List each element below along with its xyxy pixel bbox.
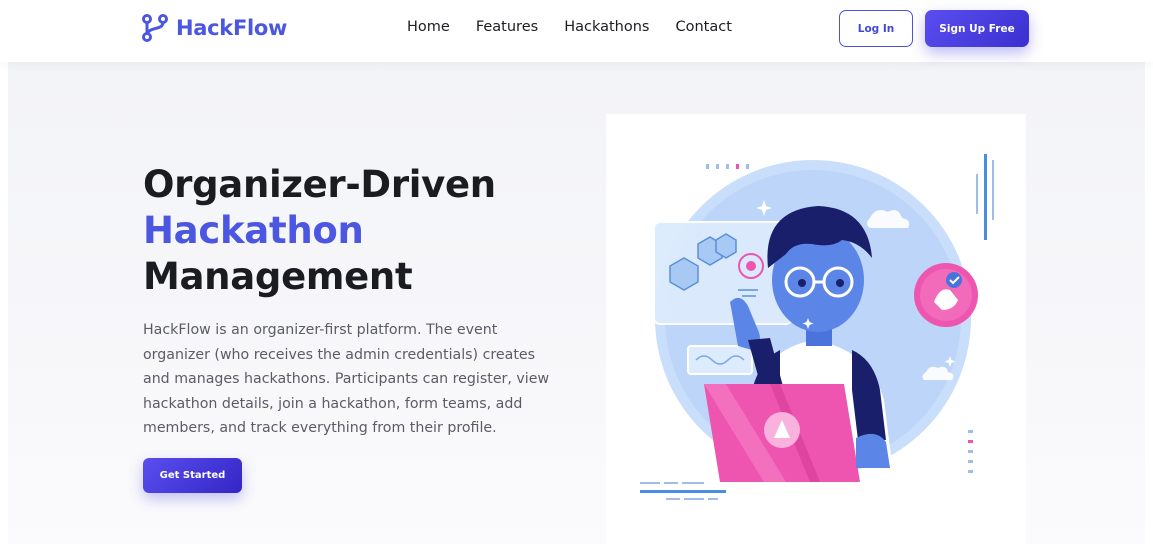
hero-title-accent: Hackathon bbox=[143, 209, 364, 252]
signup-button[interactable]: Sign Up Free bbox=[925, 10, 1029, 47]
git-branch-icon bbox=[142, 14, 168, 42]
login-button[interactable]: Log In bbox=[839, 10, 913, 47]
hero-title-line-1: Organizer-Driven bbox=[143, 163, 496, 206]
nav-links: Home Features Hackathons Contact bbox=[407, 19, 758, 35]
nav-link-home[interactable]: Home bbox=[407, 19, 450, 35]
brand-logo[interactable]: HackFlow bbox=[142, 14, 287, 42]
top-navbar: HackFlow Home Features Hackathons Contac… bbox=[0, 0, 1153, 62]
hero-title: Organizer-Driven Hackathon Management bbox=[143, 162, 583, 300]
nav-link-hackathons[interactable]: Hackathons bbox=[564, 19, 649, 35]
developer-at-laptop-illustration bbox=[640, 154, 994, 500]
hero-title-line-3: Management bbox=[143, 255, 413, 298]
get-started-button[interactable]: Get Started bbox=[143, 458, 242, 493]
brand-name: HackFlow bbox=[176, 16, 288, 40]
nav-link-contact[interactable]: Contact bbox=[675, 19, 731, 35]
hero-description: HackFlow is an organizer-first platform.… bbox=[143, 322, 550, 436]
nav-link-features[interactable]: Features bbox=[476, 19, 538, 35]
